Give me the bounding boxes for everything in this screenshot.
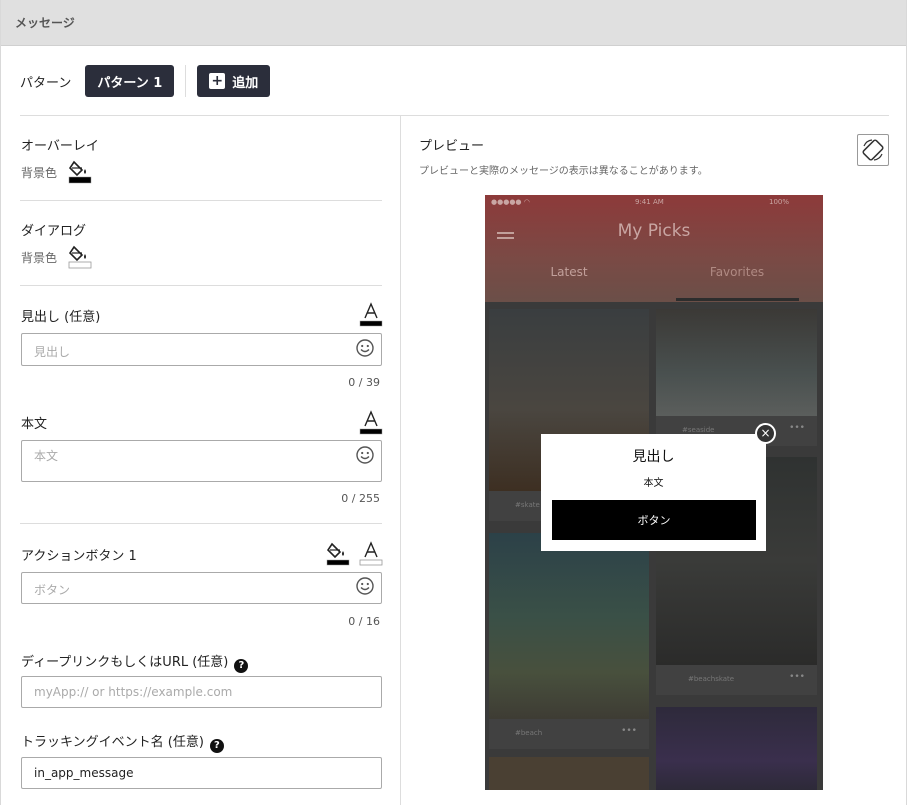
divider (20, 200, 382, 201)
dialog-bg-label: 背景色 (21, 251, 58, 265)
section-title: メッセージ (15, 16, 75, 30)
status-time: 9:41 AM (635, 198, 664, 206)
tracking-value: in_app_message (34, 766, 134, 780)
tab-pattern-1[interactable]: パターン 1 (85, 65, 175, 97)
photo-tag: #seaside (682, 426, 715, 434)
overlay-title: オーバーレイ (21, 139, 99, 154)
more-icon: ••• (621, 726, 637, 736)
more-icon: ••• (789, 672, 805, 682)
rotate-icon (862, 139, 884, 161)
heading-label: 見出し (任意) (21, 310, 101, 325)
preview-note: プレビューと実際のメッセージの表示は異なることがあります。 (419, 166, 708, 177)
action-button-label: アクションボタン 1 (21, 549, 137, 564)
body-text-color-picker[interactable] (359, 409, 383, 435)
photo-tag: #beach (515, 729, 543, 737)
emoji-icon[interactable] (356, 446, 374, 464)
status-battery: 100% (769, 198, 790, 206)
photo-card-footer: #beach ••• (489, 719, 649, 749)
heading-input[interactable]: 見出し (21, 333, 382, 366)
app-tab-latest: Latest (550, 265, 588, 279)
photo-card (489, 757, 649, 790)
overlay-bg-color-picker[interactable] (68, 158, 92, 184)
action-button-bg-color-picker[interactable] (326, 540, 350, 566)
body-placeholder: 本文 (34, 449, 59, 463)
rotate-preview-button[interactable] (857, 134, 889, 166)
body-label: 本文 (21, 417, 48, 432)
dialog-body: 本文 (643, 478, 664, 489)
emoji-icon[interactable] (356, 577, 374, 595)
divider (20, 285, 382, 286)
divider (400, 116, 401, 805)
divider (20, 523, 382, 524)
divider (185, 65, 187, 97)
photo-card (656, 707, 817, 790)
tracking-label-text: トラッキングイベント名 (任意) (21, 735, 204, 750)
tracking-label: トラッキングイベント名 (任意)? (21, 731, 224, 753)
overlay-bg-label: 背景色 (21, 166, 58, 180)
tab-indicator (676, 298, 799, 301)
action-button-text-color-picker[interactable] (359, 540, 383, 566)
deeplink-placeholder: myApp:// or https://example.com (34, 685, 233, 699)
add-pattern-button[interactable]: + 追加 (197, 65, 271, 97)
photo-card (656, 309, 817, 416)
dialog-bg-color-picker[interactable] (68, 243, 92, 269)
dialog-heading: 見出し (632, 449, 675, 465)
deeplink-label-text: ディープリンクもしくはURL (任意) (21, 655, 229, 670)
app-tab-favorites: Favorites (709, 265, 765, 279)
plus-icon: + (209, 73, 226, 89)
photo-card-footer: #beachskate ••• (656, 665, 817, 695)
action-button-input[interactable]: ボタン (21, 572, 382, 604)
section-header: メッセージ (1, 0, 906, 46)
heading-counter: 0 / 39 (348, 376, 380, 389)
photo-tag: #skate (515, 501, 540, 509)
action-button-placeholder: ボタン (34, 583, 71, 597)
pattern-label: パターン (20, 75, 72, 91)
dialog-preview: 見出し 本文 ボタン (541, 434, 766, 551)
deeplink-label: ディープリンクもしくはURL (任意)? (21, 651, 249, 673)
more-icon: ••• (789, 423, 805, 433)
message-editor: メッセージ パターン パターン 1 + 追加 オーバーレイ 背景色 ダイアログ … (0, 0, 907, 805)
add-pattern-label: 追加 (232, 75, 259, 91)
app-title: My Picks (617, 221, 691, 241)
emoji-icon[interactable] (356, 339, 374, 357)
heading-text-color-picker[interactable] (359, 301, 383, 327)
app-header (485, 195, 823, 302)
photo-tag: #beachskate (688, 675, 735, 683)
action-button-counter: 0 / 16 (348, 615, 380, 628)
dialog-action-button[interactable]: ボタン (552, 500, 756, 540)
signal-icon: ●●●●● ◠ (491, 198, 530, 206)
dialog-title: ダイアログ (21, 224, 87, 239)
body-textarea[interactable]: 本文 (21, 440, 382, 482)
tracking-input[interactable]: in_app_message (21, 757, 382, 789)
photo-card (489, 533, 649, 719)
help-icon[interactable]: ? (234, 658, 249, 673)
dialog-close-icon[interactable]: × (755, 423, 776, 444)
pattern-bar: パターン パターン 1 + 追加 (20, 63, 887, 99)
divider (20, 115, 889, 116)
deeplink-input[interactable]: myApp:// or https://example.com (21, 676, 382, 708)
heading-placeholder: 見出し (34, 345, 71, 359)
help-icon[interactable]: ? (209, 738, 224, 753)
body-counter: 0 / 255 (341, 492, 380, 505)
preview-title: プレビュー (419, 139, 485, 154)
